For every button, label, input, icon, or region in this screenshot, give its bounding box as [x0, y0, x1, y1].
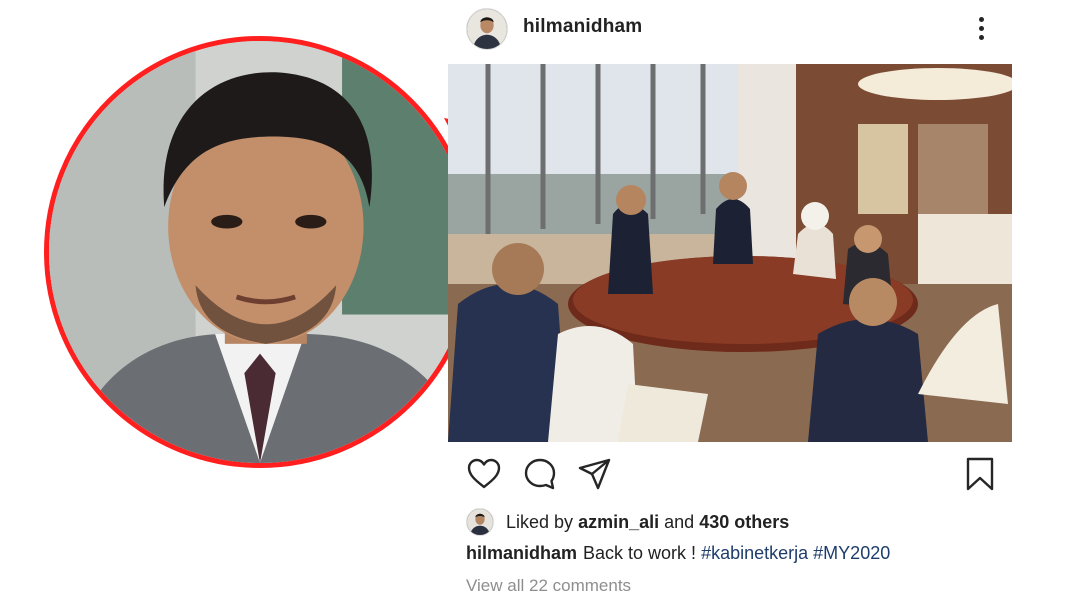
- avatar[interactable]: [466, 8, 508, 50]
- liker-username-link[interactable]: azmin_ali: [578, 512, 659, 532]
- username-link[interactable]: hilmanidham: [523, 16, 642, 38]
- like-button[interactable]: [466, 456, 502, 492]
- save-button[interactable]: [962, 456, 998, 492]
- comment-icon: [524, 458, 556, 490]
- heart-icon: [467, 458, 501, 489]
- likes-count-link[interactable]: 430 others: [699, 512, 789, 532]
- post-header: hilmanidham: [466, 6, 1080, 50]
- post-image[interactable]: [448, 64, 1012, 442]
- hashtag-link[interactable]: #MY2020: [813, 543, 890, 563]
- likes-row: Liked by azmin_ali and 430 others: [466, 508, 789, 536]
- liker-avatar[interactable]: [466, 508, 494, 536]
- caption: hilmanidham Back to work ! #kabinetkerja …: [466, 543, 890, 564]
- likes-summary: Liked by azmin_ali and 430 others: [506, 511, 790, 532]
- caption-text: Back to work !: [583, 543, 697, 563]
- view-comments-link[interactable]: View all 22 comments: [466, 576, 631, 596]
- hashtag-link[interactable]: #kabinetkerja: [701, 543, 808, 563]
- caption-username-link[interactable]: hilmanidham: [466, 543, 577, 563]
- bookmark-icon: [966, 457, 994, 491]
- more-options-button[interactable]: [960, 6, 1004, 50]
- zoomed-portrait: [44, 36, 476, 468]
- share-button[interactable]: [577, 456, 613, 492]
- share-icon: [578, 458, 611, 490]
- more-vertical-icon: [979, 17, 984, 22]
- comment-button[interactable]: [522, 456, 558, 492]
